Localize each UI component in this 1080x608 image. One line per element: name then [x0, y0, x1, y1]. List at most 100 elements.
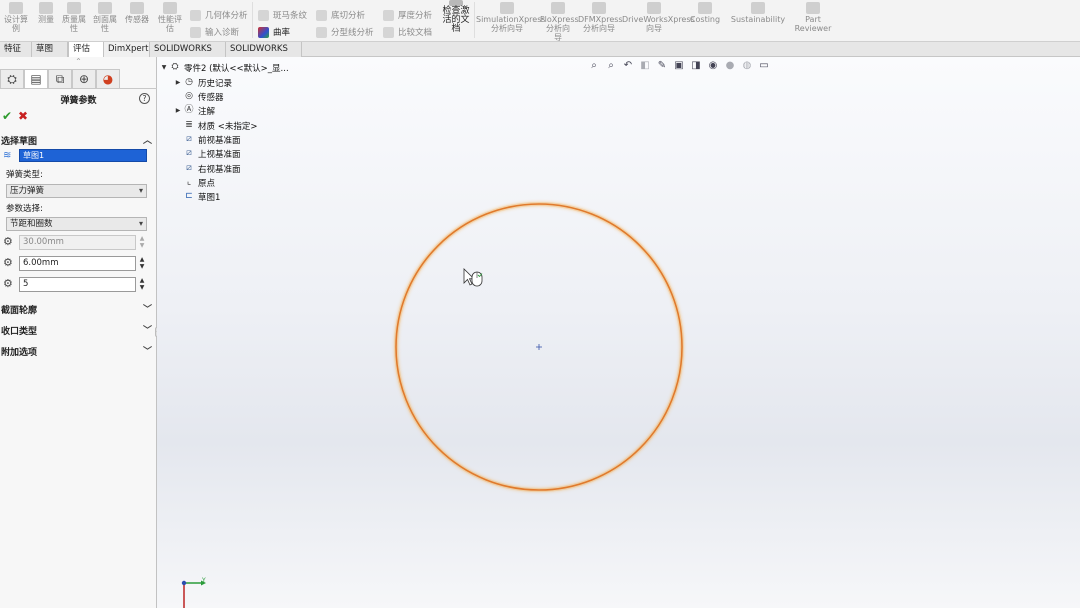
geometry-analysis-button[interactable]: 几何体分析 — [190, 9, 248, 21]
chevron-down-icon: ﹀ — [142, 347, 152, 357]
simulationxpress-button[interactable]: SimulationXpress 分析向导 — [476, 2, 546, 33]
sketch-canvas[interactable] — [157, 57, 1080, 608]
param-selection-value: 节距和圈数 — [10, 219, 53, 229]
help-icon[interactable]: ? — [139, 93, 150, 104]
dimxpert-manager-tab[interactable]: ⊕ — [72, 69, 96, 88]
import-diagnostics-label: 输入诊断 — [205, 28, 240, 38]
dfmxpress-label-1: DFMXpress — [578, 15, 623, 24]
compare-documents-label: 比较文档 — [398, 28, 433, 38]
panel-grip[interactable]: ⌃ — [0, 57, 157, 67]
undercut-analysis-label: 底切分析 — [331, 11, 366, 21]
chevron-up-icon: ︿ — [142, 136, 152, 146]
floxpress-button[interactable]: FloXpress 分析向 导 — [540, 2, 579, 42]
tab-dimxpert[interactable]: DimXpert — [104, 42, 150, 57]
group-select-sketch-label: 选择草图 — [1, 137, 38, 147]
param-selection-label: 参数选择: — [6, 204, 43, 214]
circle-center-point[interactable] — [536, 344, 542, 350]
sketch-selection-icon: ≋ — [3, 150, 12, 161]
graphics-viewport[interactable]: ⌕ ⌕ ↶ ◧ ✎ ▣ ◨ ◉ ● ◍ ▭ ▼ ⛭ 零件2 (默认<<默认>_显… — [157, 57, 1080, 608]
tab-sketch[interactable]: 草图 — [32, 42, 68, 57]
diameter-input[interactable]: 30.00mm — [19, 235, 136, 250]
parting-line-analysis-button[interactable]: 分型线分析 — [316, 26, 374, 38]
group-section-profile[interactable]: 截面轮廓 ﹀ — [0, 303, 157, 317]
revolutions-icon: ⚙ — [3, 277, 13, 290]
driveworksxpress-label-1: DriveWorksXpress — [622, 15, 695, 24]
costing-button[interactable]: Costing — [688, 2, 722, 24]
diameter-stepper[interactable]: ▲ ▼ — [138, 235, 146, 250]
curvature-button[interactable]: 曲率 — [258, 26, 290, 38]
spring-type-label: 弹簧类型: — [6, 170, 43, 180]
thickness-analysis-button[interactable]: 厚度分析 — [383, 9, 432, 21]
appearance-icon: ◕ — [102, 72, 114, 86]
pitch-input[interactable]: 6.00mm — [19, 256, 136, 271]
tab-features[interactable]: 特征 — [0, 42, 32, 57]
zebra-stripes-label: 斑马条纹 — [273, 11, 308, 21]
compare-documents-button[interactable]: 比较文档 — [383, 26, 432, 38]
mouse-cursor-icon — [463, 268, 483, 287]
group-end-type[interactable]: 收口类型 ﹀ — [0, 324, 157, 338]
property-manager-panel: ⌃ ⛭ ▤ ⧉ ⊕ ◕ 弹簧参数 ? ✔ ✖ 选择草图 ︿ ≋ 草图1 弹簧类型… — [0, 57, 157, 608]
floxpress-label-3: 导 — [554, 33, 562, 42]
command-manager-tabs: 特征 草图 评估 DimXpert SOLIDWORKS 插件 SOLIDWOR… — [0, 42, 1080, 68]
feature-manager-tab[interactable]: ⛭ — [0, 69, 24, 88]
costing-label: Costing — [689, 15, 721, 24]
cancel-button[interactable]: ✖ — [18, 109, 28, 123]
sustainability-icon — [751, 2, 765, 14]
group-additional-options[interactable]: 附加选项 ﹀ — [0, 345, 157, 359]
diameter-field-row: ⚙ 30.00mm ▲ ▼ — [0, 235, 157, 251]
revolutions-stepper[interactable]: ▲ ▼ — [138, 277, 146, 292]
param-selection-select[interactable]: 节距和圈数 ▾ — [6, 217, 147, 231]
ok-button[interactable]: ✔ — [2, 109, 12, 123]
configuration-manager-tab[interactable]: ⧉ — [48, 69, 72, 88]
page-title: 弹簧参数 — [60, 96, 97, 106]
part-reviewer-label-2: Reviewer — [794, 24, 832, 33]
part-reviewer-button[interactable]: Part Reviewer — [794, 2, 832, 33]
group-additional-options-label: 附加选项 — [1, 348, 38, 358]
check-active-document-label-3: 档 — [451, 24, 461, 34]
section-properties-label-1: 剖面属 — [93, 15, 117, 24]
driveworksxpress-button[interactable]: DriveWorksXpress 向导 — [622, 2, 695, 33]
section-properties-button[interactable]: 剖面属 性 — [91, 2, 119, 33]
section-properties-label-2: 性 — [101, 24, 109, 33]
mass-properties-icon — [67, 2, 81, 14]
costing-icon — [698, 2, 712, 14]
revolutions-input[interactable]: 5 — [19, 277, 136, 292]
chevron-down-icon: ﹀ — [142, 326, 152, 336]
part-reviewer-icon — [806, 2, 820, 14]
pitch-stepper[interactable]: ▲ ▼ — [138, 256, 146, 271]
floxpress-icon — [551, 2, 565, 14]
ribbon-separator — [474, 2, 475, 38]
sustainability-button[interactable]: Sustainability — [730, 2, 786, 24]
dfmxpress-button[interactable]: DFMXpress 分析向导 — [578, 2, 623, 33]
reference-triad: Y — [181, 577, 206, 608]
design-study-button[interactable]: 设计算 例 — [2, 2, 30, 33]
spring-type-value: 压力弹簧 — [10, 186, 45, 196]
tab-solidworks-addins[interactable]: SOLIDWORKS 插件 — [150, 42, 226, 68]
performance-evaluation-button[interactable]: 性能评 估 — [156, 2, 184, 33]
zebra-stripes-button[interactable]: 斑马条纹 — [258, 9, 307, 21]
group-select-sketch[interactable]: 选择草图 ︿ — [0, 134, 157, 148]
tab-solidworks-mbd[interactable]: SOLIDWORKS MBD — [226, 42, 302, 68]
mass-properties-button[interactable]: 质量属 性 — [60, 2, 88, 33]
tab-evaluate[interactable]: 评估 — [68, 42, 104, 57]
thickness-analysis-icon — [383, 9, 394, 21]
simulationxpress-label-2: 分析向导 — [491, 24, 523, 33]
command-manager-ribbon: 设计算 例 测量 质量属 性 剖面属 性 传感器 性能评 估 几何体分析 输入诊… — [0, 0, 1080, 42]
import-diagnostics-button[interactable]: 输入诊断 — [190, 26, 239, 38]
import-diagnostics-icon — [190, 26, 201, 38]
measure-button[interactable]: 测量 — [34, 2, 58, 24]
curvature-label: 曲率 — [273, 28, 291, 38]
sensor-label: 传感器 — [125, 15, 149, 24]
property-manager-tab[interactable]: ▤ — [24, 69, 48, 88]
sketch-selection-box[interactable]: 草图1 — [19, 149, 147, 162]
chevron-down-icon: ﹀ — [142, 305, 152, 315]
display-manager-tab[interactable]: ◕ — [96, 69, 120, 88]
mass-properties-label-1: 质量属 — [62, 15, 86, 24]
undercut-analysis-button[interactable]: 底切分析 — [316, 9, 365, 21]
check-active-document-button[interactable]: 检查激 活的文 档 — [440, 0, 472, 34]
simulationxpress-icon — [500, 2, 514, 14]
sensor-button[interactable]: 传感器 — [122, 2, 152, 24]
design-study-icon — [9, 2, 23, 14]
curvature-icon — [258, 26, 269, 38]
spring-type-select[interactable]: 压力弹簧 ▾ — [6, 184, 147, 198]
